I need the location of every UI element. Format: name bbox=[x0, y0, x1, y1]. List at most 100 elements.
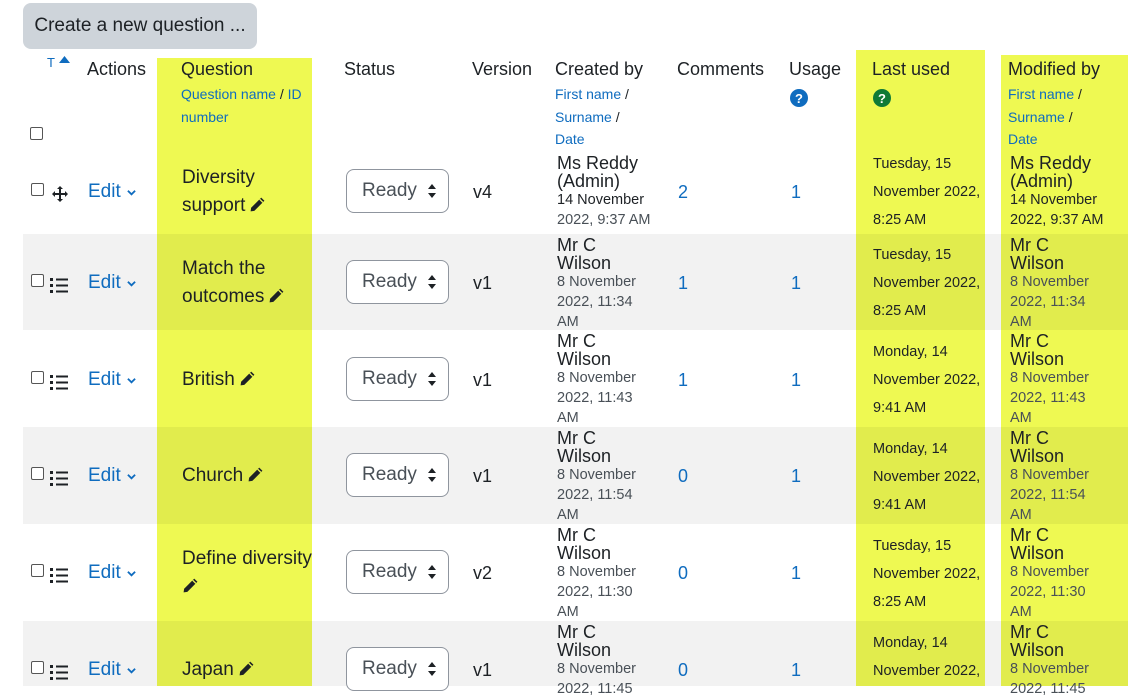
multi-choice-icon bbox=[50, 375, 68, 390]
chevron-down-icon bbox=[127, 377, 136, 384]
question-name: Church bbox=[182, 462, 264, 490]
header-created-by: Created by bbox=[555, 59, 644, 79]
edit-menu[interactable]: Edit bbox=[88, 659, 136, 681]
question-name: British bbox=[182, 366, 256, 394]
header-modified-by: Modified by bbox=[1008, 59, 1101, 79]
modified-by: Mr C Wilson 8 November 2022, 11:30 AM bbox=[1010, 525, 1089, 620]
chevron-down-icon bbox=[127, 189, 136, 196]
sort-indicator[interactable]: T bbox=[47, 55, 70, 70]
pencil-icon[interactable] bbox=[249, 196, 266, 213]
question-name: Define diversity bbox=[182, 545, 312, 601]
status-select[interactable]: Ready bbox=[346, 169, 449, 213]
chevron-down-icon bbox=[127, 667, 136, 674]
pencil-icon[interactable] bbox=[268, 287, 285, 304]
usage-count[interactable]: 1 bbox=[791, 660, 801, 681]
version: v1 bbox=[473, 660, 493, 680]
status-select[interactable]: Ready bbox=[346, 357, 449, 401]
created-by: Mr C Wilson 8 November 2022, 11:54 AM bbox=[557, 428, 636, 523]
select-arrows-icon bbox=[427, 565, 436, 579]
sort-id-number-link-2[interactable]: number bbox=[181, 109, 228, 125]
version: v1 bbox=[473, 466, 493, 486]
question-name: Japan bbox=[182, 656, 255, 684]
header-modified-by-sub: First name / Surname / Date bbox=[1008, 86, 1082, 147]
row-checkbox[interactable] bbox=[31, 661, 44, 674]
status-select[interactable]: Ready bbox=[346, 453, 449, 497]
sort-modified-first-name[interactable]: First name bbox=[1008, 86, 1074, 102]
sort-modified-date[interactable]: Date bbox=[1008, 131, 1038, 147]
edit-menu[interactable]: Edit bbox=[88, 181, 136, 203]
modified-by: Mr C Wilson 8 November 2022, 11:43 AM bbox=[1010, 331, 1089, 426]
last-used: Monday, 14 November 2022, 9:41 AM bbox=[873, 344, 981, 416]
sort-created-first-name[interactable]: First name bbox=[555, 86, 621, 102]
sort-question-name-link[interactable]: Question name bbox=[181, 86, 276, 102]
modified-by: Mr C Wilson 8 November 2022, 11:54 AM bbox=[1010, 428, 1089, 523]
header-status: Status bbox=[344, 59, 396, 79]
last-used: Monday, 14 November 2022, bbox=[873, 635, 981, 679]
sort-modified-surname[interactable]: Surname bbox=[1008, 109, 1065, 125]
edit-menu[interactable]: Edit bbox=[88, 369, 136, 391]
edit-menu[interactable]: Edit bbox=[88, 465, 136, 487]
move-icon[interactable] bbox=[51, 185, 69, 203]
usage-help-icon[interactable]: ? bbox=[790, 89, 808, 107]
created-by: Ms Reddy (Admin) 14 November 2022, 9:37 AM bbox=[557, 153, 651, 228]
question-name: Diversity support bbox=[182, 164, 266, 220]
comments-count[interactable]: 0 bbox=[678, 466, 688, 487]
modified-by: Mr C Wilson 8 November 2022, 11:45 bbox=[1010, 622, 1089, 697]
sort-asc-icon bbox=[59, 56, 70, 63]
usage-count[interactable]: 1 bbox=[791, 182, 801, 203]
version: v4 bbox=[473, 182, 493, 202]
usage-count[interactable]: 1 bbox=[791, 370, 801, 391]
select-all-checkbox[interactable] bbox=[30, 127, 43, 140]
header-usage: Usage bbox=[789, 59, 842, 79]
status-select[interactable]: Ready bbox=[346, 550, 449, 594]
pencil-icon[interactable] bbox=[239, 370, 256, 387]
row-checkbox[interactable] bbox=[31, 274, 44, 287]
usage-count[interactable]: 1 bbox=[791, 273, 801, 294]
comments-count[interactable]: 2 bbox=[678, 182, 688, 203]
sort-created-surname[interactable]: Surname bbox=[555, 109, 612, 125]
created-by: Mr C Wilson 8 November 2022, 11:43 AM bbox=[557, 331, 636, 426]
last-used: Tuesday, 15 November 2022, 8:25 AM bbox=[873, 538, 981, 610]
status-select[interactable]: Ready bbox=[346, 647, 449, 691]
chevron-down-icon bbox=[127, 570, 136, 577]
status-select[interactable]: Ready bbox=[346, 260, 449, 304]
edit-menu[interactable]: Edit bbox=[88, 272, 136, 294]
header-version: Version bbox=[472, 59, 533, 79]
header-question-sub: Question name / ID number bbox=[181, 86, 302, 125]
created-by: Mr C Wilson 8 November 2022, 11:30 AM bbox=[557, 525, 636, 620]
header-comments: Comments bbox=[677, 59, 765, 79]
usage-count[interactable]: 1 bbox=[791, 563, 801, 584]
last-used-help-icon[interactable]: ? bbox=[873, 89, 891, 107]
row-checkbox[interactable] bbox=[31, 183, 44, 196]
row-checkbox[interactable] bbox=[31, 467, 44, 480]
pencil-icon[interactable] bbox=[182, 577, 199, 594]
last-used: Tuesday, 15 November 2022, 8:25 AM bbox=[873, 247, 981, 319]
version: v1 bbox=[473, 370, 493, 390]
pencil-icon[interactable] bbox=[247, 466, 264, 483]
comments-count[interactable]: 1 bbox=[678, 370, 688, 391]
create-new-question-button[interactable]: Create a new question ... bbox=[23, 3, 257, 49]
sort-id-number-link[interactable]: ID bbox=[288, 86, 302, 102]
sort-created-date[interactable]: Date bbox=[555, 131, 585, 147]
chevron-down-icon bbox=[127, 473, 136, 480]
header-last-used: Last used bbox=[872, 59, 951, 79]
row-checkbox[interactable] bbox=[31, 564, 44, 577]
usage-count[interactable]: 1 bbox=[791, 466, 801, 487]
header-question[interactable]: Question bbox=[181, 59, 253, 80]
edit-menu[interactable]: Edit bbox=[88, 562, 136, 584]
last-used: Monday, 14 November 2022, 9:41 AM bbox=[873, 441, 981, 513]
last-used: Tuesday, 15 November 2022, 8:25 AM bbox=[873, 156, 981, 228]
select-arrows-icon bbox=[427, 372, 436, 386]
multi-choice-icon bbox=[50, 665, 68, 680]
row-checkbox[interactable] bbox=[31, 371, 44, 384]
comments-count[interactable]: 1 bbox=[678, 273, 688, 294]
comments-count[interactable]: 0 bbox=[678, 563, 688, 584]
created-by: Mr C Wilson 8 November 2022, 11:45 bbox=[557, 622, 636, 697]
multi-choice-icon bbox=[50, 471, 68, 486]
header-actions: Actions bbox=[87, 59, 147, 79]
pencil-icon[interactable] bbox=[238, 660, 255, 677]
multi-choice-icon bbox=[50, 568, 68, 583]
select-arrows-icon bbox=[427, 184, 436, 198]
comments-count[interactable]: 0 bbox=[678, 660, 688, 681]
version: v1 bbox=[473, 273, 493, 293]
